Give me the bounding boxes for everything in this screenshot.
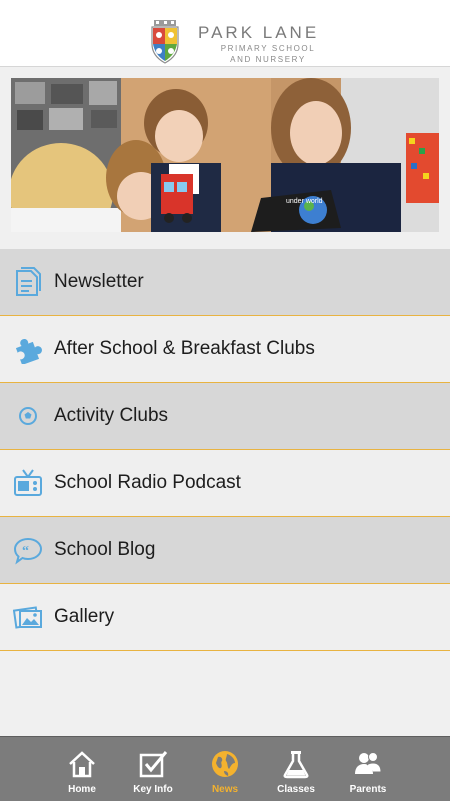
menu-item-school-blog[interactable]: “ School Blog (0, 517, 450, 584)
house-icon (69, 751, 95, 778)
children-reading-photo: under world (11, 78, 439, 232)
brand-subtitle-line1: PRIMARY SCHOOL (220, 44, 316, 53)
tab-label: Classes (277, 784, 315, 795)
menu-item-gallery[interactable]: Gallery (0, 584, 450, 651)
document-icon (13, 267, 43, 297)
menu-item-label: Newsletter (54, 271, 144, 292)
pictures-icon (13, 602, 43, 632)
bottom-tab-bar: Home Key Info News Classes Parents (0, 736, 450, 801)
menu-item-label: After School & Breakfast Clubs (54, 338, 315, 359)
menu-item-label: Gallery (54, 606, 115, 627)
brand-subtitle: PRIMARY SCHOOL AND NURSERY (198, 43, 338, 65)
tab-home[interactable]: Home (46, 737, 118, 801)
tab-label: Home (68, 784, 96, 795)
menu-item-newsletter[interactable]: Newsletter (0, 249, 450, 316)
crest-icon (151, 20, 179, 64)
flask-icon (283, 751, 309, 779)
brand-title: PARK LANE (198, 23, 320, 42)
menu-item-activity-clubs[interactable]: Activity Clubs (0, 383, 450, 450)
football-icon (13, 401, 43, 431)
menu-item-label: School Blog (54, 539, 156, 560)
svg-text:“: “ (22, 544, 29, 559)
menu-item-label: Activity Clubs (54, 405, 169, 426)
book-cover-text: under world (286, 198, 323, 205)
news-menu: Newsletter After School & Breakfast Club… (0, 249, 450, 651)
tab-label: Parents (349, 784, 387, 795)
tab-key-info[interactable]: Key Info (117, 737, 189, 801)
globe-icon (212, 751, 238, 777)
menu-item-school-radio-podcast[interactable]: School Radio Podcast (0, 450, 450, 517)
tab-news[interactable]: News (189, 737, 261, 801)
tab-label: Key Info (133, 784, 173, 795)
tab-parents[interactable]: Parents (332, 737, 404, 801)
brand-subtitle-line2: AND NURSERY (230, 55, 306, 64)
speech-bubble-icon: “ (13, 535, 43, 565)
tab-classes[interactable]: Classes (260, 737, 332, 801)
menu-item-label: School Radio Podcast (54, 472, 241, 493)
checkbox-icon (139, 751, 168, 778)
menu-item-after-school-clubs[interactable]: After School & Breakfast Clubs (0, 316, 450, 383)
tab-label: News (211, 784, 239, 795)
app-header: PARK LANE PRIMARY SCHOOL AND NURSERY (0, 0, 450, 67)
hero-image: under world (11, 78, 439, 232)
radio-icon (13, 468, 43, 498)
puzzle-icon (13, 334, 43, 364)
people-icon (355, 752, 382, 774)
